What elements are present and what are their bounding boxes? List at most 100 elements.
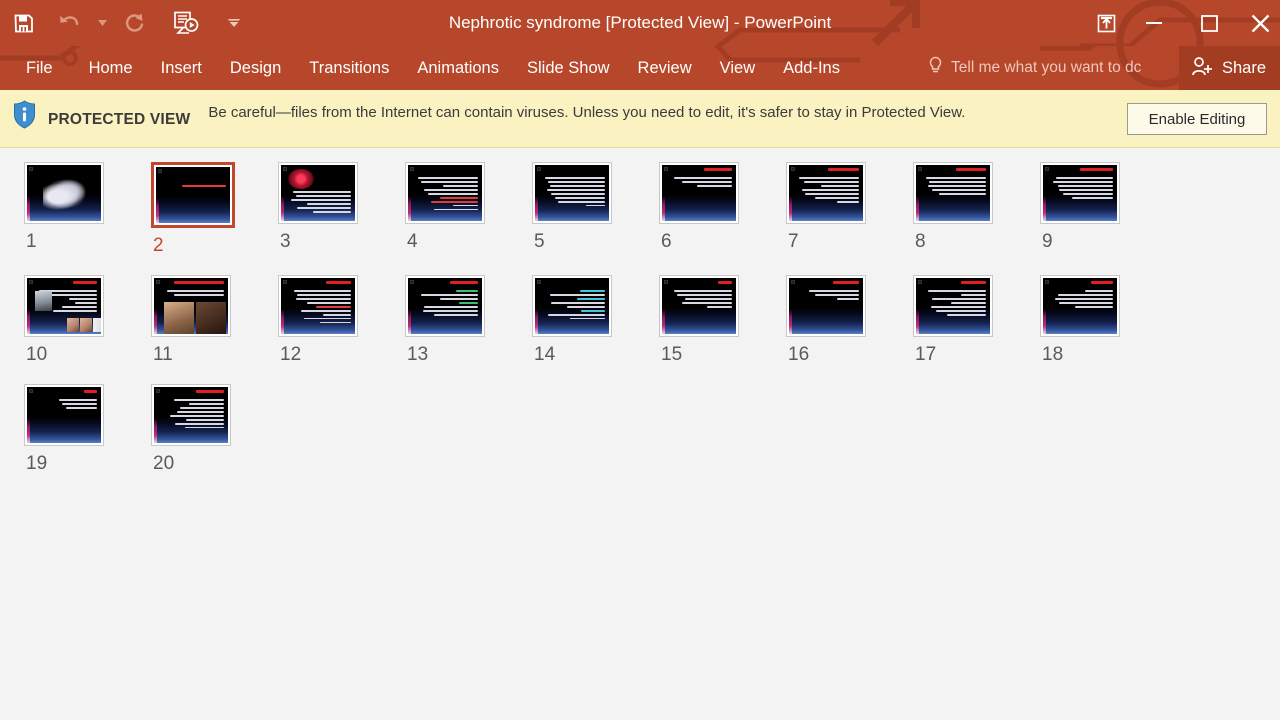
slide-thumbnail-frame[interactable] [913,275,993,337]
tab-review[interactable]: Review [624,46,706,90]
slide-title-text [796,281,859,286]
slide-thumbnail-frame[interactable] [151,384,231,446]
slide-thumbnail-frame[interactable] [151,275,231,337]
slide-corner-marker [29,389,33,393]
undo-icon[interactable] [46,0,92,46]
slide-thumbnail-10[interactable]: 10 [24,275,151,364]
undo-caret-icon[interactable] [92,0,112,46]
slide-body-text [163,185,226,189]
slide-corner-marker [537,167,541,171]
slide-thumbnail-19[interactable]: 19 [24,384,151,473]
slide-thumbnail-frame[interactable] [786,275,866,337]
slide-thumbnail-9[interactable]: 9 [1040,162,1167,255]
slide-canvas [27,165,101,221]
slide-number: 14 [534,344,556,365]
tab-home[interactable]: Home [75,46,147,90]
slide-number: 2 [153,235,164,256]
share-button[interactable]: Share [1178,46,1280,90]
maximize-button[interactable] [1178,0,1240,46]
slide-title-text [669,281,732,286]
slide-thumbnail-20[interactable]: 20 [151,384,278,473]
slide-thumbnail-frame[interactable] [532,162,612,224]
slide-accent-strip [916,165,919,221]
slide-thumbnail-frame[interactable] [151,162,235,228]
slide-thumbnail-17[interactable]: 17 [913,275,1040,364]
slide-canvas [281,278,355,334]
slide-thumbnail-5[interactable]: 5 [532,162,659,255]
tab-transitions[interactable]: Transitions [295,46,403,90]
customize-qat-icon[interactable] [214,0,254,46]
slide-thumbnail-frame[interactable] [532,275,612,337]
slide-number: 15 [661,344,683,365]
enable-editing-button[interactable]: Enable Editing [1127,103,1267,135]
slide-thumbnail-6[interactable]: 6 [659,162,786,255]
slide-thumbnail-13[interactable]: 13 [405,275,532,364]
slide-thumbnail-frame[interactable] [278,162,358,224]
slide-thumbnail-frame[interactable] [405,162,485,224]
protected-view-label: PROTECTED VIEW [48,111,191,128]
slide-thumbnail-4[interactable]: 4 [405,162,532,255]
slide-corner-marker [283,280,287,284]
slide-corner-marker [664,280,668,284]
slide-thumbnail-11[interactable]: 11 [151,275,278,364]
slide-thumbnail-2[interactable]: 2 [151,162,278,255]
slide-body-text [542,177,605,209]
slide-thumbnail-frame[interactable] [913,162,993,224]
tab-add-ins[interactable]: Add-Ins [769,46,854,90]
tab-file[interactable]: File [0,46,75,90]
slide-body-text [542,290,605,322]
tell-me-search[interactable]: Tell me what you want to dc [928,46,1141,90]
slide-corner-marker [29,280,33,284]
slide-corner-marker [158,169,162,173]
share-label: Share [1221,58,1266,77]
slide-corner-marker [29,167,33,171]
slide-thumbnail-frame[interactable] [24,275,104,337]
lightbulb-icon [928,56,943,80]
slide-sorter-pane[interactable]: 1 2 3 4 5 6 7 8 9 10 11 12 13 14 15 16 17 18 19 20 [0,148,1280,710]
slide-corner-marker [791,280,795,284]
start-presentation-icon[interactable] [158,0,214,46]
slide-corner-marker [1045,167,1049,171]
slide-corner-marker [791,167,795,171]
slide-thumbnail-3[interactable]: 3 [278,162,405,255]
slide-thumbnail-frame[interactable] [405,275,485,337]
tab-design[interactable]: Design [216,46,295,90]
slide-thumbnail-frame[interactable] [659,162,739,224]
slide-thumbnail-15[interactable]: 15 [659,275,786,364]
save-icon[interactable] [0,0,46,46]
tab-view[interactable]: View [706,46,769,90]
slide-canvas [789,165,863,221]
slide-thumbnail-frame[interactable] [786,162,866,224]
slide-thumbnail-12[interactable]: 12 [278,275,405,364]
slide-thumbnail-frame[interactable] [24,384,104,446]
slide-accent-strip [408,165,411,221]
slide-number: 7 [788,231,799,252]
slide-thumbnail-18[interactable]: 18 [1040,275,1167,364]
slide-thumbnail-1[interactable]: 1 [24,162,151,255]
slide-thumbnail-frame[interactable] [1040,275,1120,337]
ribbon-tab-strip: File Home Insert Design Transitions Anim… [0,46,1280,90]
slide-corner-marker [918,167,922,171]
slide-thumbnail-frame[interactable] [659,275,739,337]
slide-thumbnail-frame[interactable] [24,162,104,224]
slide-number: 4 [407,231,418,252]
slide-accent-strip [789,165,792,221]
slide-number: 8 [915,231,926,252]
slide-thumbnail-frame[interactable] [1040,162,1120,224]
redo-icon[interactable] [112,0,158,46]
tab-insert[interactable]: Insert [147,46,216,90]
slide-thumbnail-7[interactable]: 7 [786,162,913,255]
tab-slide-show[interactable]: Slide Show [513,46,624,90]
close-button[interactable] [1240,0,1280,46]
slide-number: 19 [26,453,48,474]
slide-canvas [408,165,482,221]
slide-thumbnail-16[interactable]: 16 [786,275,913,364]
slide-accent-strip [27,278,30,334]
slide-body-text [34,399,97,411]
minimize-button[interactable] [1130,0,1178,46]
slide-thumbnail-8[interactable]: 8 [913,162,1040,255]
upload-icon[interactable] [1082,0,1130,46]
slide-thumbnail-frame[interactable] [278,275,358,337]
slide-thumbnail-14[interactable]: 14 [532,275,659,364]
tab-animations[interactable]: Animations [403,46,513,90]
